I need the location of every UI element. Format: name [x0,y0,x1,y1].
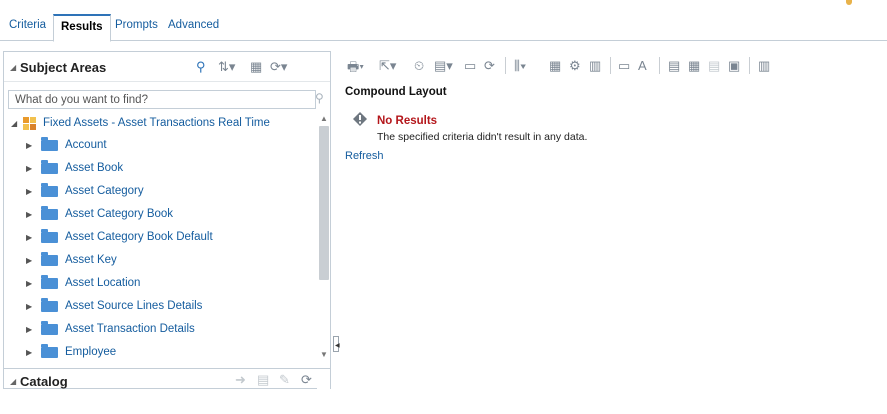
expand-arrow-icon[interactable]: ▶ [26,187,32,196]
toolbar-separator [610,57,611,74]
tab-advanced[interactable]: Advanced [168,19,219,31]
tree-folder-label: Asset Source Lines Details [65,300,203,312]
tree-folder-label: Account [65,139,107,151]
tab-criteria[interactable]: Criteria [9,19,46,31]
add-to-criteria-icon[interactable]: ▦ [250,59,262,75]
filter-icon[interactable]: ▦ [549,58,561,74]
collapse-left-icon[interactable]: ◀ [335,342,340,349]
toolbar-separator [749,57,750,74]
expanded-arrow-icon[interactable]: ◢ [11,119,17,128]
expand-arrow-icon[interactable]: ▶ [26,164,32,173]
search-icon[interactable]: ⚲ [196,59,206,75]
expand-arrow-icon[interactable]: ▶ [26,348,32,357]
collapse-triangle-icon[interactable]: ◢ [10,377,16,386]
catalog-title: Catalog [20,374,68,389]
column-selector-icon[interactable]: ▥ [589,58,601,74]
tree-folder-label: Asset Category Book Default [65,231,213,243]
collapse-triangle-icon[interactable]: ◢ [10,63,16,72]
print-icon[interactable]: 🖶▾ [347,58,364,80]
remove-view-icon[interactable]: ▤ [708,58,720,74]
expand-arrow-icon[interactable]: ▶ [26,279,32,288]
tree-folder[interactable]: ▶ Asset Book [8,159,314,181]
folder-icon [41,252,58,266]
folder-icon [41,206,58,220]
tree-folder-label: Asset Book [65,162,124,174]
refresh-link[interactable]: Refresh [345,150,384,162]
scroll-up-icon[interactable]: ▲ [320,114,328,123]
tree-folder-label: Asset Key [65,254,117,266]
edit-view-icon[interactable]: ▤ [668,58,680,74]
results-toolbar: 🖶▾ ⇱▾ ⏲ ▤▾ ▭ ⟳ ⫼▾ ▦ ⚙ ▥ ▭ A ▤ ▦ ▤ ▣ ▥ [342,52,887,80]
subject-tree: ◢ Fixed Assets - Asset Transactions Real… [8,114,314,364]
compound-layout-title: Compound Layout [345,86,447,98]
tree-folder[interactable]: ▶ Asset Category Book [8,205,314,227]
table-view-icon[interactable]: ▦ [688,58,700,74]
expand-arrow-icon[interactable]: ▶ [26,210,32,219]
add-arrow-icon[interactable]: ➜ [235,372,246,388]
folder-icon [41,160,58,174]
refresh-menu-icon[interactable]: ⟳▾ [270,59,287,75]
toolbar-separator [505,57,506,74]
subject-search-input[interactable] [8,90,316,109]
folder-icon [41,298,58,312]
folder-icon [41,344,58,358]
tree-folder-label: Asset Category [65,185,144,197]
copy-icon[interactable]: ▤ [257,372,269,388]
scrollbar-thumb[interactable] [319,126,329,280]
subject-areas-header: ◢ Subject Areas ⚲ ⇅▾ ▦ ⟳▾ [4,52,330,82]
subject-areas-pane: ◢ Subject Areas ⚲ ⇅▾ ▦ ⟳▾ ⚲ ◢ Fixed Asse… [3,51,331,414]
tree-root-node[interactable]: ◢ Fixed Assets - Asset Transactions Real… [8,114,314,136]
refresh-results-icon[interactable]: ⟳ [484,58,495,74]
tree-folder-label: Employee [65,346,117,358]
schedule-icon[interactable]: ⏲ [414,58,424,74]
preview-icon[interactable]: ▭ [464,58,476,74]
tab-results[interactable]: Results [53,14,111,42]
expand-arrow-icon[interactable]: ▶ [26,256,32,265]
pane-splitter[interactable]: ◀ [333,336,340,352]
folder-icon [41,275,58,289]
tab-prompts[interactable]: Prompts [115,19,158,31]
tree-folder-label: Asset Category Book [65,208,174,220]
folder-icon [41,229,58,243]
title-view-icon[interactable]: ▭ [618,58,630,74]
format-icon[interactable]: ▤▾ [434,58,453,74]
expand-arrow-icon[interactable]: ▶ [26,302,32,311]
edit-pencil-icon[interactable]: ✎ [279,372,290,388]
no-results-message: The specified criteria didn't result in … [377,131,588,143]
tree-folder-label: Asset Location [65,277,141,289]
chart-icon[interactable]: ▥ [758,58,770,74]
compound-layout-icon[interactable]: ▣ [728,58,740,74]
expand-arrow-icon[interactable]: ▶ [26,141,32,150]
tree-folder-label: Asset Transaction Details [65,323,195,335]
subject-areas-title: Subject Areas [20,60,107,75]
tree-root-label: Fixed Assets - Asset Transactions Real T… [43,117,270,129]
export-icon[interactable]: ⇱▾ [379,58,396,74]
tree-folder[interactable]: ▶ Asset Source Lines Details [8,297,314,319]
tree-folder[interactable]: ▶ Employee [8,343,314,364]
catalog-header: ◢ Catalog ➜ ▤ ✎ ⟳ [4,368,330,390]
expand-arrow-icon[interactable]: ▶ [26,233,32,242]
scroll-down-icon[interactable]: ▼ [320,350,328,359]
new-view-icon[interactable]: ⫼▾ [514,58,526,74]
no-results-title: No Results [377,115,438,127]
tree-folder[interactable]: ▶ Asset Key [8,251,314,273]
search-field-icon[interactable]: ⚲ [315,91,329,107]
subject-area-cube-icon [23,117,36,130]
folder-icon [41,183,58,197]
sort-icon[interactable]: ⇅▾ [218,59,235,75]
tree-folder[interactable]: ▶ Asset Location [8,274,314,296]
folder-icon [41,321,58,335]
tree-folder[interactable]: ▶ Account [8,136,314,158]
no-results-icon [353,112,367,126]
expand-arrow-icon[interactable]: ▶ [26,325,32,334]
top-strip [0,0,887,14]
text-view-icon[interactable]: A [638,58,647,73]
tree-folder[interactable]: ▶ Asset Category Book Default [8,228,314,250]
toolbar-separator [659,57,660,74]
folder-icon [41,137,58,151]
selection-steps-icon[interactable]: ⚙ [569,58,581,74]
tree-folder[interactable]: ▶ Asset Category [8,182,314,204]
tree-folder[interactable]: ▶ Asset Transaction Details [8,320,314,342]
refresh-icon[interactable]: ⟳ [301,372,312,388]
